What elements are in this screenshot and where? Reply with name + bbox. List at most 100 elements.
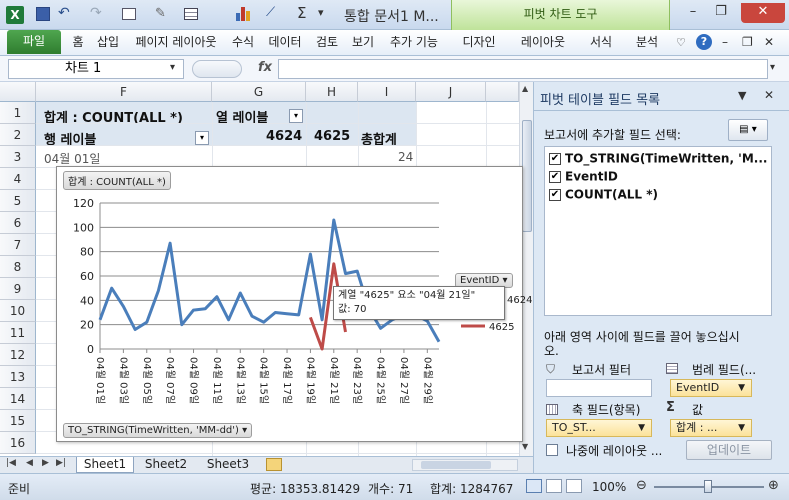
field-checkbox[interactable]: ✔ (549, 152, 561, 165)
expand-formula-bar-icon[interactable]: ▾ (770, 62, 775, 73)
values-field-dropdown-icon[interactable]: ▼ (738, 420, 745, 436)
panel-close-icon[interactable]: ✕ (764, 88, 774, 102)
quick-access-dropdown-icon[interactable]: ▾ (318, 6, 324, 19)
column-label-filter-icon[interactable]: ▾ (289, 109, 303, 123)
row-header-2[interactable]: 2 (0, 124, 36, 146)
normal-view-icon[interactable] (526, 479, 542, 493)
zoom-level[interactable]: 100% (592, 480, 626, 494)
zoom-slider[interactable] (654, 480, 764, 493)
name-box[interactable]: 차트 1 (8, 59, 184, 79)
page-layout-view-icon[interactable] (546, 479, 562, 493)
workbook-close-icon[interactable]: ✕ (764, 35, 774, 49)
tab-nav-next-icon[interactable]: ▶ (42, 458, 49, 468)
minimize-button[interactable]: – (680, 3, 706, 23)
field-checkbox[interactable]: ✔ (549, 170, 561, 183)
page-break-view-icon[interactable] (566, 479, 582, 493)
field-list-layout-button[interactable]: ▤ ▾ (728, 119, 768, 141)
format-painter-icon[interactable]: ✎ (155, 6, 166, 21)
row-header-1[interactable]: 1 (0, 102, 36, 124)
row-header-7[interactable]: 7 (0, 234, 36, 256)
tab-nav-prev-icon[interactable]: ◀ (26, 458, 33, 468)
excel-logo-icon[interactable]: X (6, 6, 24, 24)
row-header-15[interactable]: 15 (0, 410, 36, 432)
column-header-k[interactable] (486, 82, 519, 102)
row-header-9[interactable]: 9 (0, 278, 36, 300)
scroll-up-arrow-icon[interactable]: ▲ (522, 84, 528, 93)
tab-nav-last-icon[interactable]: ▶| (56, 458, 66, 468)
row-header-13[interactable]: 13 (0, 366, 36, 388)
tab-file[interactable]: 파일 (7, 30, 61, 54)
table-icon[interactable] (184, 8, 198, 20)
legend-field-eventid-dropdown[interactable]: EventID ▼ (670, 379, 752, 397)
scroll-down-arrow-icon[interactable]: ▼ (522, 442, 528, 451)
restore-button[interactable]: ❐ (708, 3, 734, 23)
zoom-slider-thumb[interactable] (704, 480, 712, 493)
chart-axis-field-button[interactable]: TO_STRING(TimeWritten, 'MM-dd') ▾ (63, 423, 253, 438)
row-header-6[interactable]: 6 (0, 212, 36, 234)
row-header-8[interactable]: 8 (0, 256, 36, 278)
zoom-out-icon[interactable]: ⊖ (636, 478, 647, 493)
tab-format[interactable]: 서식 (586, 30, 616, 56)
row-header-5[interactable]: 5 (0, 190, 36, 212)
name-box-dropdown-icon[interactable]: ▾ (170, 62, 175, 73)
field-list-item[interactable]: ✔ TO_STRING(TimeWritten, 'M... (549, 151, 767, 166)
autosum-icon[interactable]: Σ (297, 4, 306, 22)
undo-icon[interactable]: ↶ (58, 5, 70, 21)
tab-view[interactable]: 보기 (348, 30, 378, 56)
workbook-restore-icon[interactable]: ❐ (742, 35, 753, 49)
row-label-filter-icon[interactable]: ▾ (195, 131, 209, 145)
axis-field-dropdown[interactable]: TO_ST... ▼ (546, 419, 652, 437)
formula-bar-handle[interactable] (192, 60, 242, 78)
tab-review[interactable]: 검토 (312, 30, 342, 56)
bar-chart-icon[interactable] (236, 7, 252, 21)
tab-home[interactable]: 홈 (67, 30, 89, 56)
sheet-tab-sheet2[interactable]: Sheet2 (136, 457, 196, 473)
tab-nav-first-icon[interactable]: |◀ (6, 458, 16, 468)
column-header-f[interactable]: F (36, 82, 212, 102)
row-header-4[interactable]: 4 (0, 168, 36, 190)
defer-layout-checkbox[interactable] (546, 444, 558, 456)
sheet-tab-sheet3[interactable]: Sheet3 (198, 457, 258, 473)
tab-add-ins[interactable]: 추가 기능 (384, 30, 444, 56)
row-header-16[interactable]: 16 (0, 432, 36, 454)
help-icon[interactable]: ? (696, 34, 712, 50)
tab-formulas[interactable]: 수식 (228, 30, 258, 56)
h-scroll-thumb[interactable] (421, 461, 491, 469)
update-button[interactable]: 업데이트 (686, 440, 772, 460)
tab-design[interactable]: 디자인 (458, 30, 500, 56)
tab-layout[interactable]: 레이아웃 (516, 30, 570, 56)
workbook-minimize-icon[interactable]: – (722, 35, 728, 49)
zoom-in-icon[interactable]: ⊕ (768, 478, 779, 493)
tab-insert[interactable]: 삽입 (93, 30, 123, 56)
formula-input[interactable] (278, 59, 768, 79)
field-list-item[interactable]: ✔ COUNT(ALL *) (549, 187, 658, 202)
insert-function-icon[interactable]: fx (258, 60, 272, 75)
report-filter-area[interactable] (546, 379, 652, 397)
field-checkbox[interactable]: ✔ (549, 188, 561, 201)
save-icon[interactable] (36, 7, 50, 21)
select-all-corner[interactable] (0, 82, 36, 102)
row-header-10[interactable]: 10 (0, 300, 36, 322)
minimize-ribbon-icon[interactable]: ♡ (676, 36, 686, 49)
sheet-tab-sheet1[interactable]: Sheet1 (76, 457, 134, 473)
values-field-dropdown[interactable]: 합계 : ... ▼ (670, 419, 752, 437)
legend-field-dropdown-icon[interactable]: ▼ (738, 380, 745, 396)
print-preview-icon[interactable] (122, 8, 136, 20)
row-header-11[interactable]: 11 (0, 322, 36, 344)
field-list-item[interactable]: ✔ EventID (549, 169, 618, 184)
insert-sheet-icon[interactable] (266, 458, 282, 471)
chart-style-icon[interactable]: ⟋ (266, 5, 275, 20)
row-header-12[interactable]: 12 (0, 344, 36, 366)
column-header-g[interactable]: G (212, 82, 306, 102)
close-window-button[interactable]: ✕ (741, 3, 785, 23)
tab-analyze[interactable]: 분석 (632, 30, 662, 56)
column-header-h[interactable]: H (306, 82, 358, 102)
row-header-3[interactable]: 3 (0, 146, 36, 168)
column-header-j[interactable]: J (416, 82, 486, 102)
redo-icon[interactable]: ↷ (90, 5, 102, 21)
column-header-i[interactable]: I (358, 82, 416, 102)
tab-data[interactable]: 데이터 (264, 30, 306, 56)
panel-options-dropdown-icon[interactable]: ▼ (738, 89, 746, 102)
axis-field-dropdown-icon[interactable]: ▼ (638, 420, 645, 436)
horizontal-scrollbar[interactable] (412, 459, 518, 471)
